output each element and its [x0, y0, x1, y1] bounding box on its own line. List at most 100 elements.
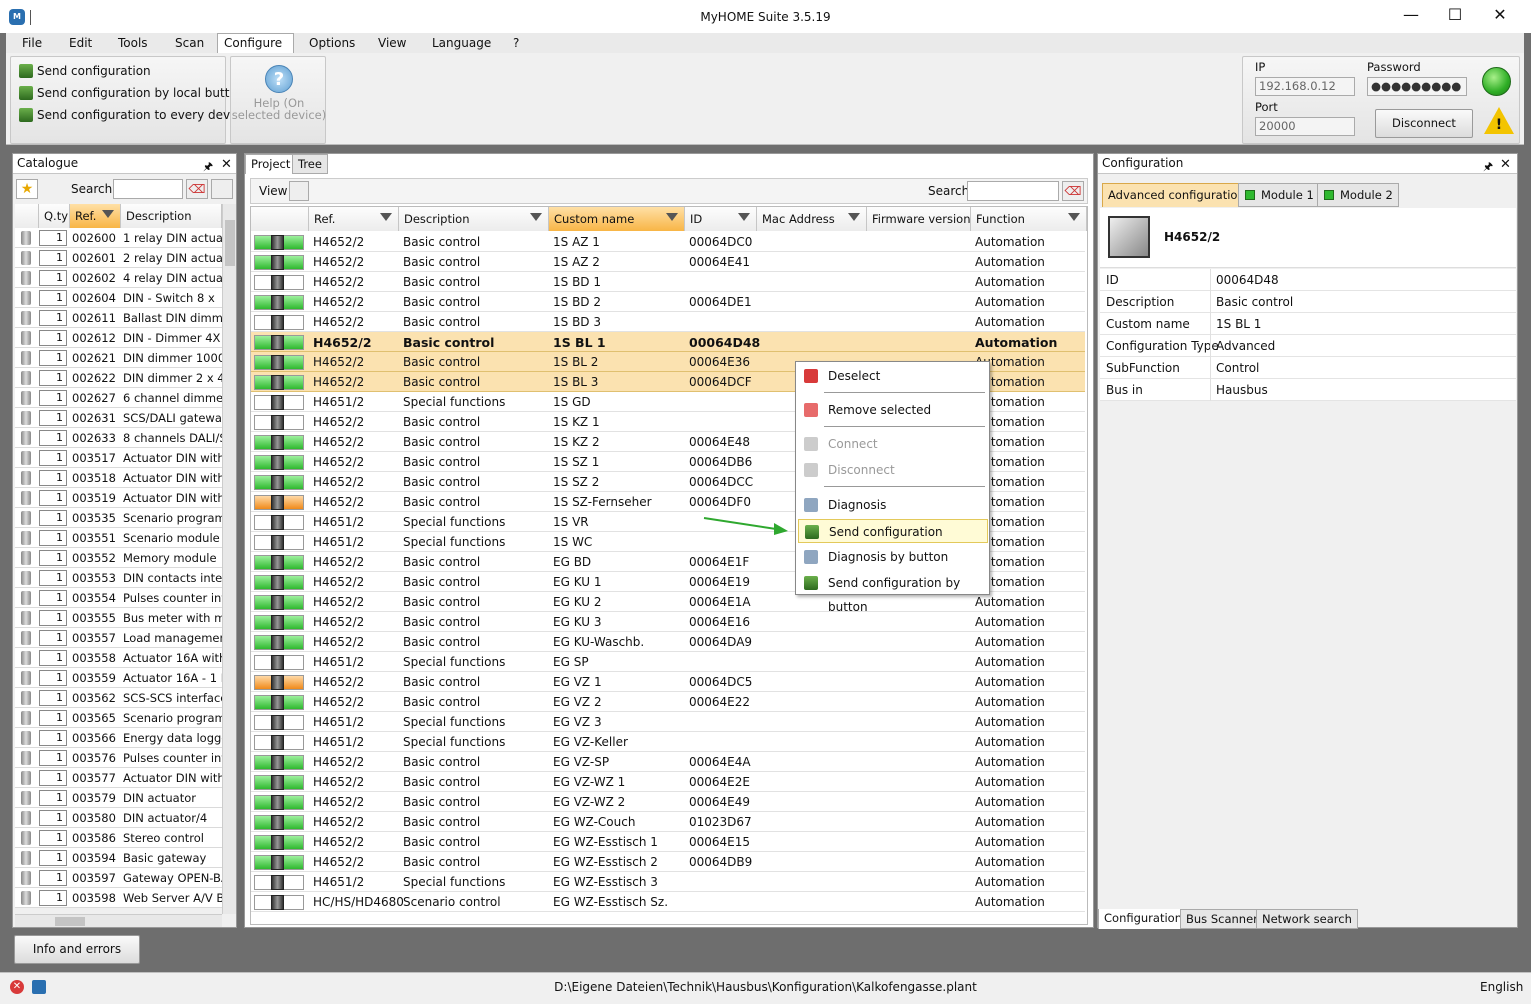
catalogue-row[interactable]: 1 003576 Pulses counter int — [15, 748, 222, 768]
col-description-header[interactable]: Description — [399, 207, 549, 231]
col-ref-header[interactable]: Ref. — [309, 207, 399, 231]
scrollbar-thumb[interactable] — [225, 220, 235, 266]
catalogue-row[interactable]: 1 003565 Scenario programi — [15, 708, 222, 728]
col-mac-header[interactable]: Mac Address — [757, 207, 867, 231]
port-field[interactable]: 20000 — [1255, 117, 1355, 136]
qty-input[interactable]: 1 — [39, 530, 67, 546]
property-row[interactable]: Configuration Type Advanced — [1100, 335, 1516, 357]
catalogue-row[interactable]: 1 002627 6 channel dimmer — [15, 388, 222, 408]
catalogue-row[interactable]: 1 003559 Actuator 16A - 1 D — [15, 668, 222, 688]
col-ref-header[interactable]: Ref. — [70, 204, 121, 228]
catalogue-row[interactable]: 1 003580 DIN actuator/4 — [15, 808, 222, 828]
catalogue-row[interactable]: 1 003555 Bus meter with me — [15, 608, 222, 628]
qty-input[interactable]: 1 — [39, 350, 67, 366]
col-firmware-header[interactable]: Firmware versions — [867, 207, 971, 231]
clear-filter-icon[interactable] — [211, 179, 233, 199]
catalogue-row[interactable]: 1 003597 Gateway OPEN-BA — [15, 868, 222, 888]
catalogue-row[interactable]: 1 003598 Web Server A/V B — [15, 888, 222, 908]
project-row[interactable]: H4652/2 Basic control EG WZ-Esstisch 1 0006… — [251, 832, 1085, 852]
catalogue-row[interactable]: 1 003586 Stereo control — [15, 828, 222, 848]
filter-icon[interactable] — [380, 213, 392, 221]
context-deselect[interactable]: Deselect — [798, 364, 988, 388]
menu-tools[interactable]: Tools — [112, 35, 154, 52]
catalogue-row[interactable]: 1 002621 DIN dimmer 1000 — [15, 348, 222, 368]
qty-input[interactable]: 1 — [39, 890, 67, 906]
col-custom-name-header[interactable]: Custom name — [549, 207, 685, 231]
qty-input[interactable]: 1 — [39, 570, 67, 586]
catalogue-row[interactable]: 1 003557 Load management — [15, 628, 222, 648]
menu-edit[interactable]: Edit — [63, 35, 98, 52]
catalogue-row[interactable]: 1 003553 DIN contacts inter — [15, 568, 222, 588]
qty-input[interactable]: 1 — [39, 370, 67, 386]
qty-input[interactable]: 1 — [39, 810, 67, 826]
context-send-configuration-by-button[interactable]: Send configuration by button — [798, 571, 988, 614]
qty-input[interactable]: 1 — [39, 690, 67, 706]
qty-input[interactable]: 1 — [39, 650, 67, 666]
context-send-configuration[interactable]: Send configuration — [798, 519, 988, 543]
qty-input[interactable]: 1 — [39, 250, 67, 266]
property-value[interactable]: 00064D48 — [1215, 273, 1279, 287]
scrollbar-thumb[interactable] — [55, 917, 85, 926]
info-errors-button[interactable]: Info and errors — [14, 935, 140, 964]
catalogue-row[interactable]: 1 003577 Actuator DIN with — [15, 768, 222, 788]
catalogue-row[interactable]: 1 002604 DIN - Switch 8 x — [15, 288, 222, 308]
qty-input[interactable]: 1 — [39, 670, 67, 686]
qty-input[interactable]: 1 — [39, 590, 67, 606]
filter-icon[interactable] — [848, 213, 860, 221]
qty-input[interactable]: 1 — [39, 630, 67, 646]
context-diagnosis[interactable]: Diagnosis — [798, 493, 988, 517]
password-field[interactable]: ●●●●●●●●● — [1367, 77, 1467, 96]
property-row[interactable]: Custom name 1S BL 1 — [1100, 313, 1516, 335]
send-configuration-button[interactable]: Send configuration — [17, 61, 151, 81]
qty-input[interactable]: 1 — [39, 490, 67, 506]
property-value[interactable]: Basic control — [1215, 295, 1293, 309]
close-panel-icon[interactable]: ✕ — [1500, 155, 1511, 174]
col-id-header[interactable]: ID — [685, 207, 757, 231]
col-function-header[interactable]: Function — [971, 207, 1087, 231]
col-qty-header[interactable]: Q.ty — [39, 204, 70, 228]
menu-file[interactable]: File — [16, 35, 48, 52]
qty-input[interactable]: 1 — [39, 870, 67, 886]
property-row[interactable]: ID 00064D48 — [1100, 269, 1516, 291]
view-mode-icon[interactable] — [289, 181, 309, 201]
eraser-icon[interactable]: ⌫ — [1062, 181, 1084, 201]
tab-module-2[interactable]: Module 2 — [1317, 183, 1399, 207]
property-row[interactable]: Description Basic control — [1100, 291, 1516, 313]
qty-input[interactable]: 1 — [39, 290, 67, 306]
property-row[interactable]: SubFunction Control — [1100, 357, 1516, 379]
catalogue-row[interactable]: 1 002601 2 relay DIN actuat — [15, 248, 222, 268]
catalogue-row[interactable]: 1 003579 DIN actuator — [15, 788, 222, 808]
project-row[interactable]: H4652/2 Basic control EG KU-Waschb. 00064DA… — [251, 632, 1085, 652]
qty-input[interactable]: 1 — [39, 470, 67, 486]
project-row[interactable]: H4652/2 Basic control 1S AZ 2 00064E41 Autom… — [251, 252, 1085, 272]
col-description-header[interactable]: Description — [121, 204, 222, 228]
qty-input[interactable]: 1 — [39, 330, 67, 346]
catalogue-row[interactable]: 1 003551 Scenario module — [15, 528, 222, 548]
qty-input[interactable]: 1 — [39, 750, 67, 766]
project-row[interactable]: H4652/2 Basic control 1S BD 2 00064DE1 Autom… — [251, 292, 1085, 312]
catalogue-row[interactable]: 1 003518 Actuator DIN with — [15, 468, 222, 488]
filter-icon[interactable] — [102, 210, 114, 218]
catalogue-row[interactable]: 1 003554 Pulses counter inte — [15, 588, 222, 608]
context-diagnosis-by-button[interactable]: Diagnosis by button — [798, 545, 988, 569]
filter-icon[interactable] — [1068, 213, 1080, 221]
catalogue-row[interactable]: 1 003552 Memory module — [15, 548, 222, 568]
eraser-icon[interactable]: ⌫ — [186, 179, 208, 199]
qty-input[interactable]: 1 — [39, 410, 67, 426]
disconnect-button[interactable]: Disconnect — [1375, 109, 1473, 138]
project-row[interactable]: H4652/2 Basic control 1S BD 1 Automation — [251, 272, 1085, 292]
project-row[interactable]: H4651/2 Special functions EG WZ-Esstisch 3… — [251, 872, 1085, 892]
qty-input[interactable]: 1 — [39, 270, 67, 286]
menu-language[interactable]: Language — [426, 35, 497, 52]
send-by-local-button[interactable]: Send configuration by local button — [17, 83, 244, 103]
property-value[interactable]: Hausbus — [1215, 383, 1268, 397]
qty-input[interactable]: 1 — [39, 770, 67, 786]
close-panel-icon[interactable]: ✕ — [221, 155, 232, 174]
project-row[interactable]: H4651/2 Special functions EG SP Automation — [251, 652, 1085, 672]
project-row[interactable]: H4652/2 Basic control EG WZ-Couch 01023D67 A… — [251, 812, 1085, 832]
project-row[interactable]: HC/HS/HD4680 Scenario control EG WZ-Esstis… — [251, 892, 1085, 912]
qty-input[interactable]: 1 — [39, 510, 67, 526]
qty-input[interactable]: 1 — [39, 310, 67, 326]
project-row[interactable]: H4652/2 Basic control 1S BL 1 00064D48 Autom… — [251, 332, 1085, 352]
pin-icon[interactable]: 🖈 — [1483, 157, 1493, 176]
